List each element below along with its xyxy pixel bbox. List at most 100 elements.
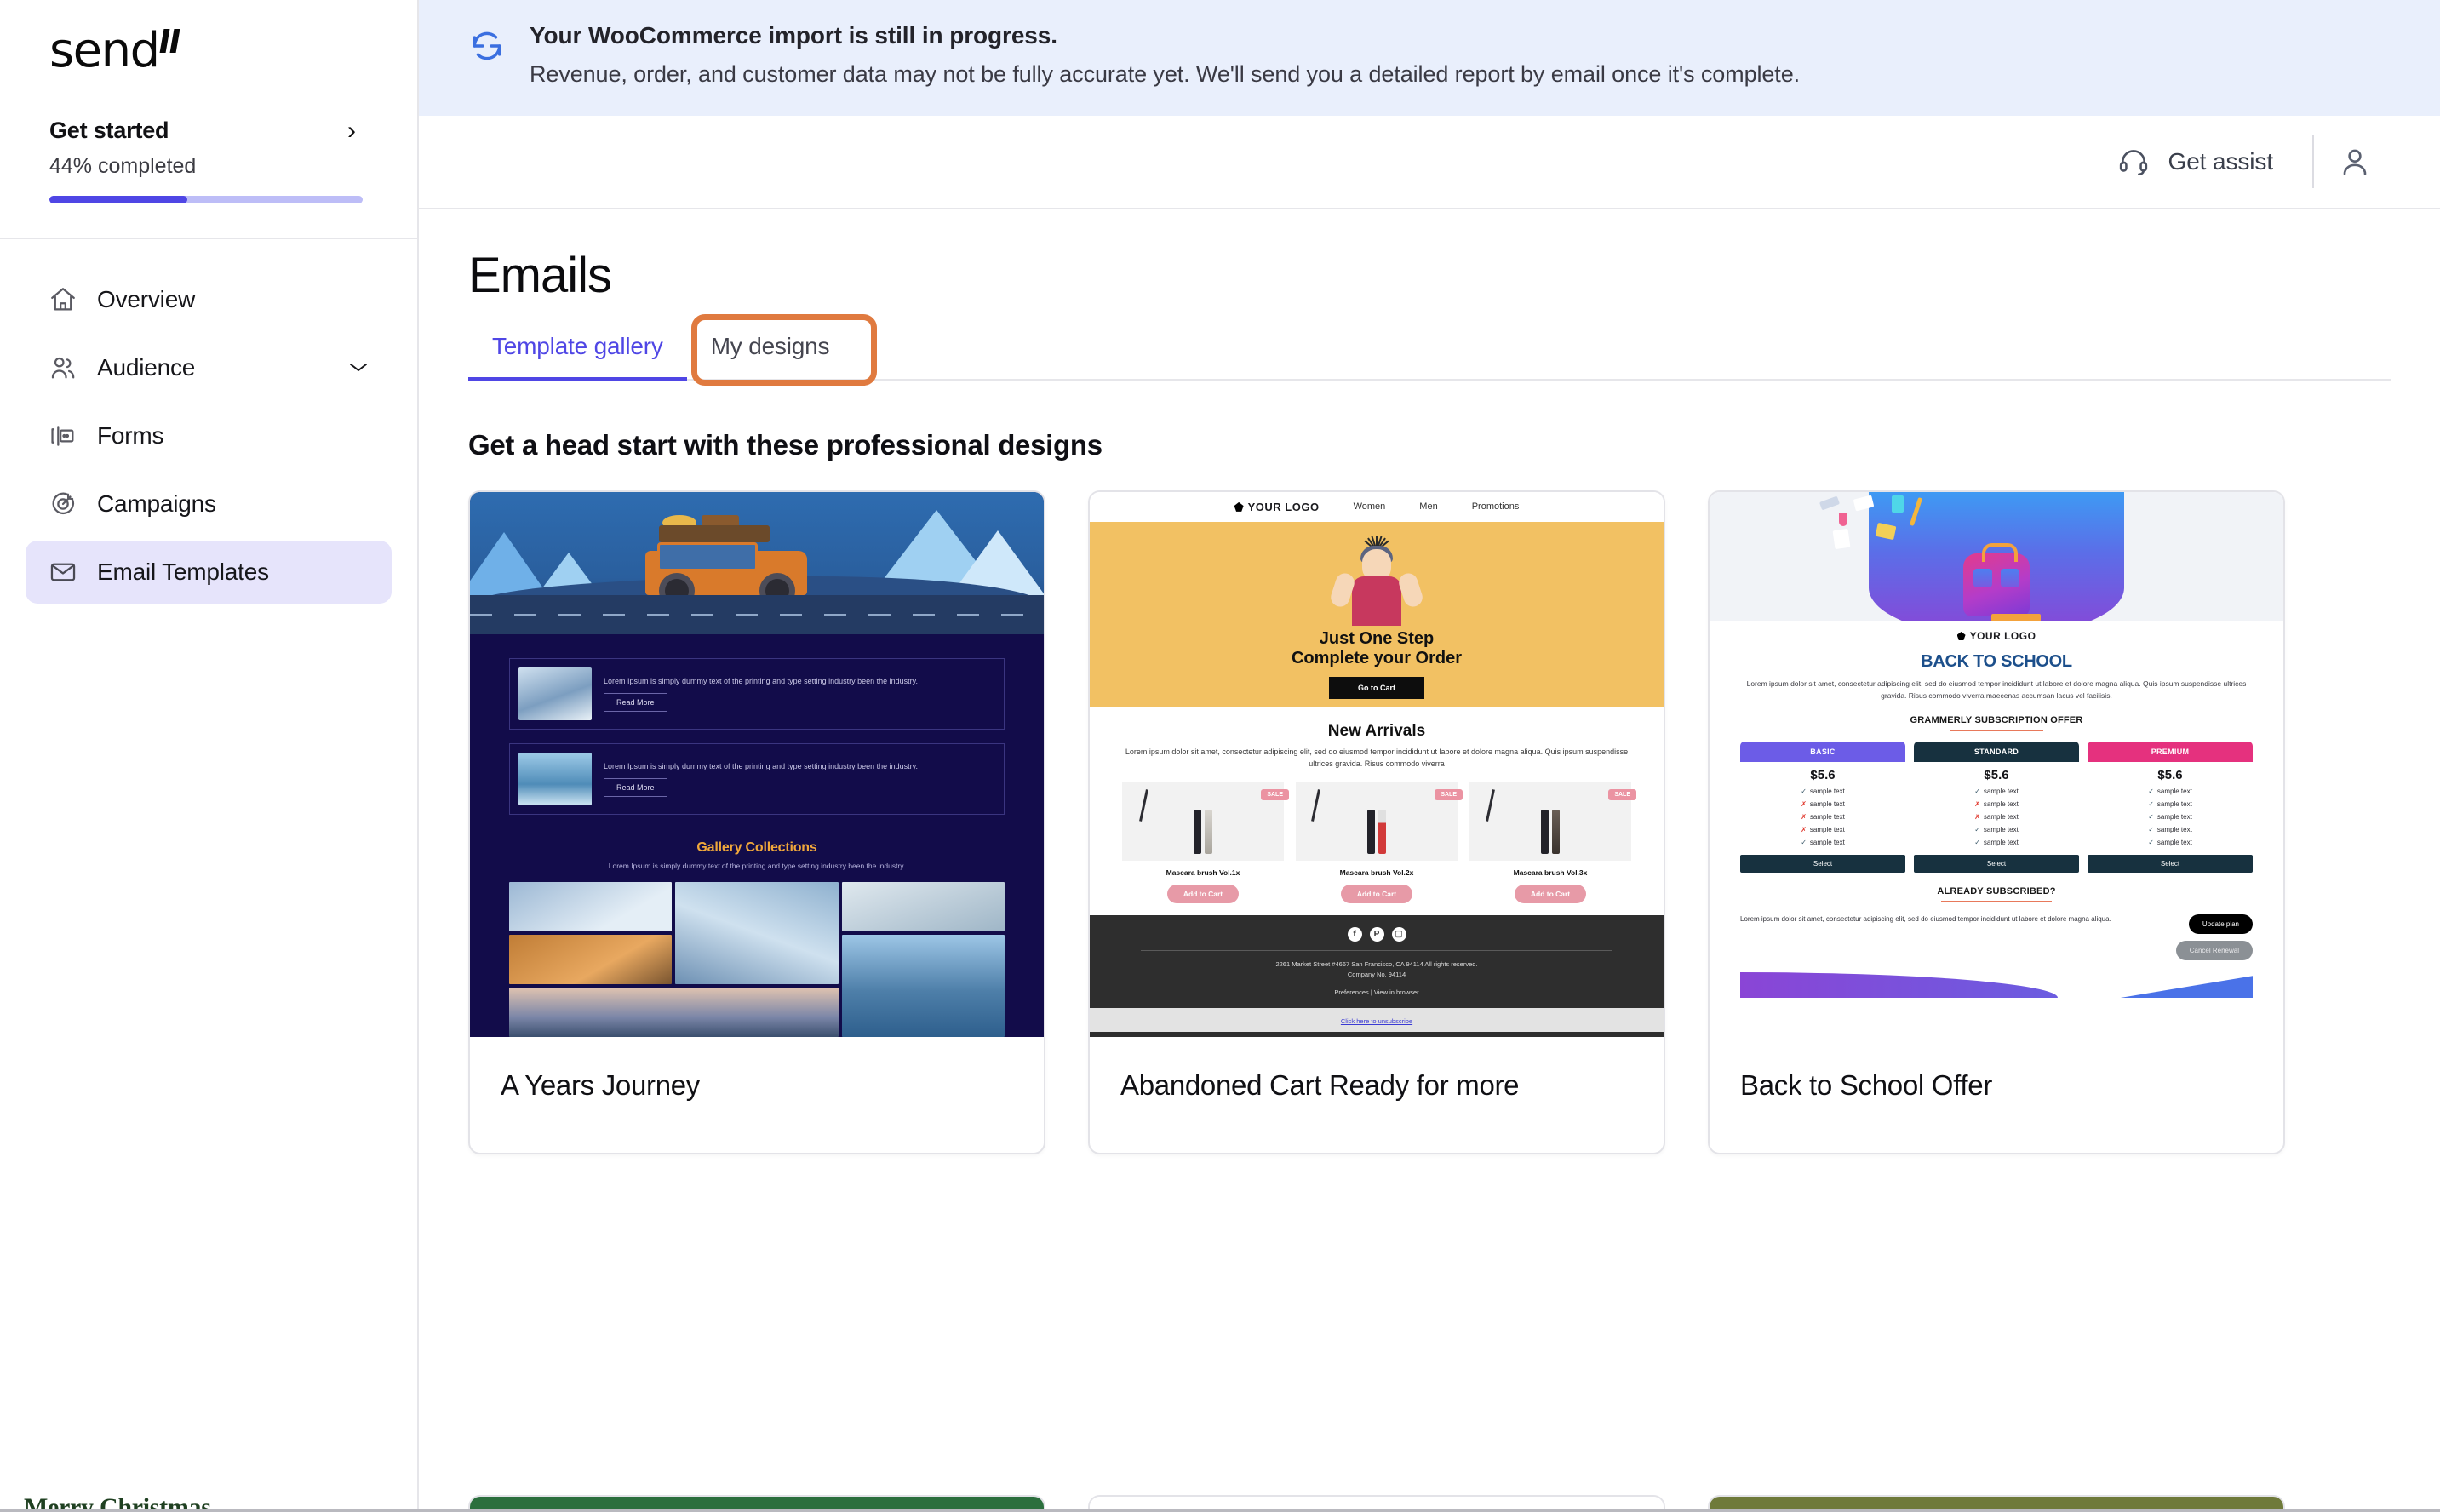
tab-label: My designs [710, 333, 830, 359]
users-icon [48, 352, 78, 383]
plan-feature: sample text [2156, 800, 2192, 809]
hero-headline-line2: Complete your Order [1291, 648, 1463, 667]
template-card[interactable]: YOUR LOGO Women Men Promotions Just One … [1088, 490, 1665, 1154]
get-started-progress-label: 44% completed [49, 154, 197, 178]
headset-icon [2117, 146, 2150, 178]
instagram-icon: ▢ [1391, 926, 1406, 942]
tab-my-designs[interactable]: My designs [687, 333, 854, 379]
sale-badge: SALE [1608, 788, 1636, 800]
check-icon: ✓ [2148, 826, 2154, 834]
get-started-panel[interactable]: Get started › 44% completed [0, 111, 417, 239]
tab-template-gallery[interactable]: Template gallery [468, 333, 687, 381]
template-card[interactable]: Lorem Ipsum is simply dummy text of the … [468, 490, 1045, 1154]
footer-address-line2: Company No. 94114 [1347, 970, 1406, 978]
update-plan-button: Update plan [2188, 914, 2253, 935]
plan-feature: sample text [1983, 788, 2019, 796]
brand-logo[interactable]: send [0, 0, 417, 111]
sale-badge: SALE [1261, 788, 1289, 800]
template-card[interactable]: YOUR LOGO BACK TO SCHOOL Lorem ipsum dol… [1708, 490, 2285, 1154]
preview-body-text: Lorem ipsum dolor sit amet, consectetur … [1746, 679, 2247, 700]
product-item: SALE Mascara brush Vol.2x Add to Cart [1296, 782, 1463, 903]
check-icon: ✓ [1801, 788, 1807, 796]
banner-subtitle: Revenue, order, and customer data may no… [530, 61, 1801, 87]
check-icon: ✓ [2148, 839, 2154, 847]
unsubscribe-bar: Click here to unsubscribe [1090, 1007, 1664, 1032]
sale-badge: SALE [1435, 788, 1463, 800]
sidebar-item-forms[interactable]: Forms [26, 404, 392, 467]
gallery-image [675, 882, 839, 984]
template-card-grid: Lorem Ipsum is simply dummy text of the … [468, 490, 2391, 1154]
plan-feature: sample text [1809, 839, 1845, 847]
gallery-image [841, 882, 1005, 931]
thumbs-up-person-illustration [1328, 534, 1425, 626]
plan-feature: sample text [2156, 839, 2192, 847]
template-preview: Lorem Ipsum is simply dummy text of the … [470, 492, 1044, 1037]
get-assist-label: Get assist [2168, 148, 2274, 175]
product-name: Mascara brush Vol.1x [1166, 868, 1240, 877]
plan-feature: sample text [1983, 839, 2019, 847]
sidebar-item-email-templates[interactable]: Email Templates [26, 541, 392, 604]
tab-bar: Template gallery My designs [468, 314, 2391, 386]
read-more-button: Read More [604, 693, 667, 713]
template-preview: YOUR LOGO Women Men Promotions Just One … [1090, 492, 1664, 1037]
sidebar-item-campaigns[interactable]: Campaigns [26, 472, 392, 536]
calculator-icon [1892, 495, 1904, 513]
plan-tier-label: PREMIUM [2088, 742, 2253, 763]
template-name: Abandoned Cart Ready for more [1120, 1069, 1520, 1101]
get-assist-button[interactable]: Get assist [2117, 146, 2312, 178]
preview-nav-link: Women [1353, 501, 1386, 513]
footer-links: Preferences | View in browser [1334, 988, 1419, 996]
product-image: SALE [1469, 782, 1636, 861]
preview-logo-text: YOUR LOGO [1247, 500, 1320, 513]
preview-logo: YOUR LOGO [1740, 630, 2253, 642]
pricing-plan: BASIC $5.6 ✓ sample text ✗ sample text ✗ sa… [1740, 742, 1905, 873]
check-icon: ✓ [2148, 788, 2154, 796]
cross-icon: ✗ [1801, 800, 1807, 809]
new-arrivals-subtitle: Lorem ipsum dolor sit amet, consectetur … [1125, 747, 1629, 768]
plan-feature: sample text [1809, 813, 1845, 822]
gallery-image-grid [509, 882, 1005, 1037]
chevron-down-icon[interactable] [347, 357, 369, 379]
product-image: SALE [1122, 782, 1289, 861]
preview-footer: f P ▢ 2261 Market Street #4667 San Franc… [1090, 914, 1664, 1008]
sidebar-item-audience[interactable]: Audience [26, 336, 392, 399]
preview-item-text: Lorem Ipsum is simply dummy text of the … [604, 762, 919, 771]
product-item: SALE Mascara brush Vol.3x Add to Cart [1469, 782, 1636, 903]
user-icon [2338, 145, 2372, 179]
check-icon: ✓ [1974, 788, 1980, 796]
facebook-icon: f [1347, 926, 1362, 942]
plan-feature: sample text [2156, 813, 2192, 822]
sidebar-item-overview[interactable]: Overview [26, 268, 392, 331]
add-to-cart-button: Add to Cart [1167, 884, 1239, 903]
new-arrivals-title: New Arrivals [1327, 721, 1426, 740]
hero-headline-line1: Just One Step [1319, 628, 1435, 648]
plan-feature: sample text [2156, 826, 2192, 834]
home-icon [48, 284, 78, 315]
preview-nav-link: Men [1419, 501, 1438, 513]
sidebar: send Get started › 44% completed Overvie… [0, 0, 419, 1512]
page-content: Emails Template gallery My designs Get a… [419, 209, 2440, 1512]
select-plan-button: Select [2088, 855, 2253, 873]
account-button[interactable] [2314, 145, 2396, 179]
gallery-image [841, 935, 1005, 1037]
preview-list-item: Lorem Ipsum is simply dummy text of the … [509, 658, 1005, 730]
plan-feature: sample text [2156, 788, 2192, 796]
page-bottom-edge [0, 1509, 2440, 1512]
gallery-image [509, 882, 673, 931]
add-to-cart-button: Add to Cart [1515, 884, 1586, 903]
sidebar-item-label: Overview [97, 286, 196, 312]
get-started-title: Get started [49, 117, 169, 143]
chevron-right-icon[interactable]: › [347, 117, 368, 144]
cross-icon: ✗ [1801, 826, 1807, 834]
plan-feature: sample text [1983, 800, 2019, 809]
mountain-scene-illustration [470, 492, 1044, 635]
check-icon: ✓ [2148, 800, 2154, 809]
gallery-title: Gallery Collections [696, 840, 817, 856]
preview-nav-link: Promotions [1471, 501, 1520, 513]
wave-decoration [1740, 969, 2253, 999]
check-icon: ✓ [1801, 839, 1807, 847]
plan-tier-label: BASIC [1740, 742, 1905, 763]
gallery-image [509, 988, 839, 1037]
main-area: Your WooCommerce import is still in prog… [419, 0, 2440, 1512]
template-preview: YOUR LOGO BACK TO SCHOOL Lorem ipsum dol… [1710, 492, 2283, 1037]
